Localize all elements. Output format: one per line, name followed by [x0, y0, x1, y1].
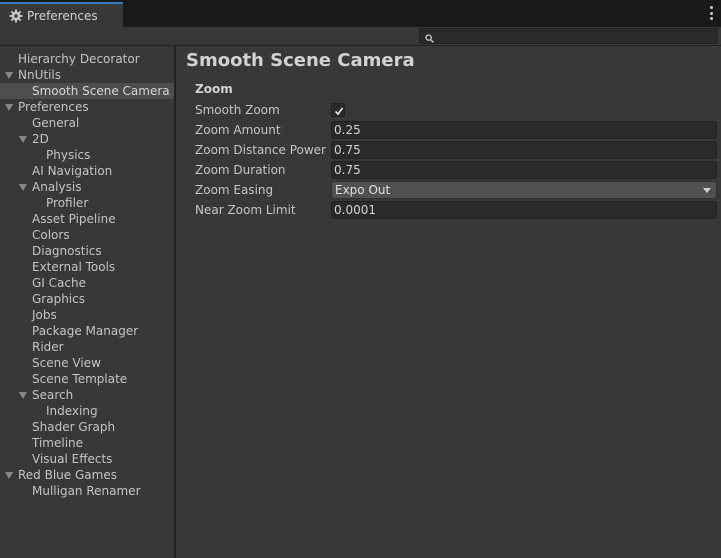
- sidebar-item-label: Visual Effects: [32, 452, 113, 466]
- sidebar-item-mulligan-renamer[interactable]: Mulligan Renamer: [0, 483, 174, 499]
- sidebar-item-label: Preferences: [18, 100, 89, 114]
- sidebar-item-label: Profiler: [46, 196, 89, 210]
- zoom-easing-label: Zoom Easing: [195, 183, 274, 197]
- sidebar-item-label: General: [32, 116, 80, 130]
- sidebar-item-2d[interactable]: 2D: [0, 131, 174, 147]
- sidebar-item-gi-cache[interactable]: GI Cache: [0, 275, 174, 291]
- sidebar-item-search[interactable]: Search: [0, 387, 174, 403]
- sidebar-item-label: Asset Pipeline: [32, 212, 116, 226]
- expand-arrow-icon[interactable]: [5, 72, 13, 79]
- smooth-zoom-row: Smooth Zoom: [195, 101, 718, 119]
- zoom-distance-power-label: Zoom Distance Power: [195, 143, 326, 157]
- sidebar-item-label: Indexing: [46, 404, 98, 418]
- sidebar-item-visual-effects[interactable]: Visual Effects: [0, 451, 174, 467]
- sidebar-item-shader-graph[interactable]: Shader Graph: [0, 419, 174, 435]
- sidebar-item-label: Hierarchy Decorator: [18, 52, 140, 66]
- sidebar-item-nnutils[interactable]: NnUtils: [0, 67, 174, 83]
- near-zoom-limit-row: Near Zoom Limit 0.0001: [195, 201, 718, 219]
- sidebar-item-indexing[interactable]: Indexing: [0, 403, 174, 419]
- section-title-zoom: Zoom: [195, 82, 233, 96]
- gear-icon: [9, 9, 23, 23]
- sidebar-item-label: Red Blue Games: [18, 468, 117, 482]
- sidebar-item-label: 2D: [32, 132, 49, 146]
- zoom-duration-label: Zoom Duration: [195, 163, 286, 177]
- sidebar-item-profiler[interactable]: Profiler: [0, 195, 174, 211]
- sidebar-item-label: Jobs: [32, 308, 57, 322]
- sidebar-item-jobs[interactable]: Jobs: [0, 307, 174, 323]
- sidebar-item-smooth-scene-camera[interactable]: Smooth Scene Camera: [0, 83, 174, 99]
- zoom-distance-power-row: Zoom Distance Power 0.75: [195, 141, 718, 159]
- expand-arrow-icon[interactable]: [5, 472, 13, 479]
- zoom-duration-row: Zoom Duration 0.75: [195, 161, 718, 179]
- tab-title: Preferences: [27, 8, 98, 23]
- sidebar-item-diagnostics[interactable]: Diagnostics: [0, 243, 174, 259]
- sidebar-item-label: GI Cache: [32, 276, 86, 290]
- title-bar: Preferences: [0, 0, 721, 27]
- near-zoom-limit-label: Near Zoom Limit: [195, 203, 296, 217]
- zoom-amount-label: Zoom Amount: [195, 123, 281, 137]
- sidebar-item-label: Mulligan Renamer: [32, 484, 141, 498]
- zoom-amount-row: Zoom Amount 0.25: [195, 121, 718, 139]
- sidebar-item-label: Analysis: [32, 180, 82, 194]
- sidebar-item-general[interactable]: General: [0, 115, 174, 131]
- smooth-zoom-checkbox[interactable]: [331, 103, 345, 117]
- sidebar-item-hierarchy-decorator[interactable]: Hierarchy Decorator: [0, 51, 174, 67]
- sidebar-item-label: Scene Template: [32, 372, 128, 386]
- sidebar-item-red-blue-games[interactable]: Red Blue Games: [0, 467, 174, 483]
- expand-arrow-icon[interactable]: [19, 136, 27, 143]
- sidebar-item-label: Colors: [32, 228, 70, 242]
- sidebar-item-external-tools[interactable]: External Tools: [0, 259, 174, 275]
- sidebar-item-label: Scene View: [32, 356, 101, 370]
- zoom-easing-dropdown[interactable]: Expo Out: [331, 181, 717, 199]
- sidebar-item-asset-pipeline[interactable]: Asset Pipeline: [0, 211, 174, 227]
- sidebar-item-ai-navigation[interactable]: AI Navigation: [0, 163, 174, 179]
- sidebar-item-label: Diagnostics: [32, 244, 102, 258]
- sidebar-item-label: Graphics: [32, 292, 85, 306]
- sidebar-item-package-manager[interactable]: Package Manager: [0, 323, 174, 339]
- zoom-easing-value: Expo Out: [335, 183, 391, 197]
- chevron-down-icon: [703, 188, 711, 193]
- sidebar-item-scene-template[interactable]: Scene Template: [0, 371, 174, 387]
- zoom-amount-field[interactable]: 0.25: [331, 121, 717, 139]
- tab-preferences[interactable]: Preferences: [0, 2, 123, 27]
- sidebar-item-label: AI Navigation: [32, 164, 113, 178]
- expand-arrow-icon[interactable]: [19, 184, 27, 191]
- sidebar-item-scene-view[interactable]: Scene View: [0, 355, 174, 371]
- zoom-easing-row: Zoom Easing Expo Out: [195, 181, 718, 199]
- checkmark-icon: [334, 107, 344, 116]
- search-icon: [425, 32, 434, 43]
- more-options-icon[interactable]: [707, 6, 715, 20]
- sidebar-item-label: External Tools: [32, 260, 116, 274]
- page-title: Smooth Scene Camera: [186, 50, 415, 71]
- expand-arrow-icon[interactable]: [5, 104, 13, 111]
- expand-arrow-icon[interactable]: [19, 392, 27, 399]
- search-input[interactable]: [419, 28, 718, 44]
- near-zoom-limit-field[interactable]: 0.0001: [331, 201, 717, 219]
- sidebar-item-label: Shader Graph: [32, 420, 116, 434]
- smooth-zoom-label: Smooth Zoom: [195, 103, 280, 117]
- settings-panel: Smooth Scene Camera Zoom Smooth Zoom Zoo…: [176, 46, 721, 558]
- sidebar-item-label: Rider: [32, 340, 64, 354]
- sidebar-item-preferences[interactable]: Preferences: [0, 99, 174, 115]
- sidebar-item-label: Search: [32, 388, 74, 402]
- preferences-tree: Hierarchy Decorator NnUtils Smooth Scene C…: [0, 46, 175, 558]
- toolbar: [0, 27, 721, 46]
- sidebar-item-label: Timeline: [32, 436, 84, 450]
- sidebar-item-label: Smooth Scene Camera: [32, 84, 170, 98]
- sidebar-item-physics[interactable]: Physics: [0, 147, 174, 163]
- zoom-duration-field[interactable]: 0.75: [331, 161, 717, 179]
- sidebar-item-label: Package Manager: [32, 324, 139, 338]
- sidebar-item-rider[interactable]: Rider: [0, 339, 174, 355]
- sidebar-item-graphics[interactable]: Graphics: [0, 291, 174, 307]
- sidebar-item-timeline[interactable]: Timeline: [0, 435, 174, 451]
- sidebar-item-label: Physics: [46, 148, 91, 162]
- sidebar-item-analysis[interactable]: Analysis: [0, 179, 174, 195]
- zoom-distance-power-field[interactable]: 0.75: [331, 141, 717, 159]
- sidebar-item-colors[interactable]: Colors: [0, 227, 174, 243]
- sidebar-item-label: NnUtils: [18, 68, 61, 82]
